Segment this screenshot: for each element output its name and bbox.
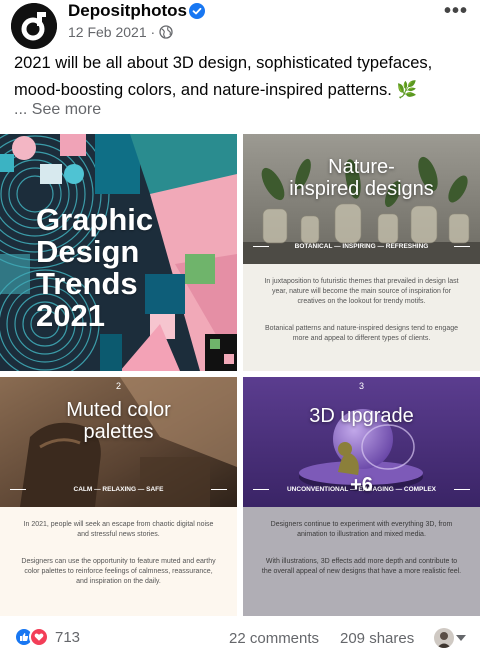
muted-body-1: In 2021, people will seek an escape from… bbox=[23, 521, 214, 538]
verified-badge-icon bbox=[189, 3, 205, 19]
author-avatar[interactable] bbox=[11, 3, 57, 49]
comments-count-link[interactable]: 22 comments bbox=[229, 630, 319, 647]
photo-tile-muted-palettes[interactable]: 2 Muted color palettes CALM — RELAXING —… bbox=[0, 377, 237, 616]
depositphotos-logo-icon bbox=[11, 3, 57, 49]
post-date[interactable]: 12 Feb 2021 · bbox=[68, 24, 155, 40]
photo-grid: Graphic Design Trends 2021 Nature- inspi… bbox=[0, 134, 480, 616]
reaction-count: 713 bbox=[55, 628, 81, 646]
heading-line-1: Nature- bbox=[328, 156, 395, 178]
viewer-avatar[interactable] bbox=[434, 628, 454, 648]
muted-heading: Muted color palettes bbox=[0, 399, 237, 443]
see-more-link[interactable]: ... See more bbox=[14, 101, 101, 119]
tile-number: 2 bbox=[115, 381, 121, 391]
muted-tagline: CALM — RELAXING — SAFE bbox=[73, 486, 164, 493]
nature-body-1: In juxtaposition to futuristic themes th… bbox=[264, 278, 459, 305]
nature-tagline: BOTANICAL — INSPIRING — REFRESHING bbox=[294, 243, 429, 250]
reactions-summary[interactable]: 713 bbox=[14, 627, 80, 647]
tile-number: 3 bbox=[358, 381, 364, 391]
photo-tile-graphic-design-trends[interactable]: Graphic Design Trends 2021 bbox=[0, 134, 237, 371]
post-header: Depositphotos 12 Feb 2021 · ••• bbox=[0, 0, 480, 49]
globe-icon bbox=[159, 25, 173, 39]
heading-line-2: inspired designs bbox=[289, 178, 434, 200]
post-meta: 12 Feb 2021 · bbox=[68, 24, 173, 40]
title-line-2: Design bbox=[36, 234, 140, 269]
more-photos-count[interactable]: +6 bbox=[243, 474, 480, 497]
post-footer: 713 22 comments 209 shares bbox=[0, 622, 480, 656]
shares-count-link[interactable]: 209 shares bbox=[340, 630, 414, 647]
graphic-design-trends-title: Graphic Design Trends 2021 bbox=[36, 204, 153, 332]
divider-line-right bbox=[211, 489, 227, 490]
title-line-3: Trends bbox=[36, 266, 138, 301]
more-options-button[interactable]: ••• bbox=[444, 0, 468, 23]
title-line-1: Graphic bbox=[36, 202, 154, 237]
divider-line-right bbox=[454, 246, 470, 247]
3d-body-2: With illustrations, 3D effects add more … bbox=[261, 558, 462, 575]
nature-heading: Nature- inspired designs bbox=[243, 156, 480, 200]
photo-tile-nature-inspired[interactable]: Nature- inspired designs BOTANICAL — INS… bbox=[243, 134, 480, 371]
author-name[interactable]: Depositphotos bbox=[68, 1, 187, 21]
muted-body-2: Designers can use the opportunity to fea… bbox=[21, 558, 216, 585]
chevron-down-icon[interactable] bbox=[456, 635, 466, 641]
post-text: 2021 will be all about 3D design, sophis… bbox=[14, 54, 433, 99]
heading-line-2: palettes bbox=[83, 421, 154, 443]
3d-heading: 3D upgrade bbox=[309, 405, 414, 427]
heading-line-1: Muted color bbox=[66, 399, 171, 421]
title-line-4: 2021 bbox=[36, 298, 105, 333]
nature-body-2: Botanical patterns and nature-inspired d… bbox=[264, 325, 459, 342]
love-icon bbox=[29, 627, 49, 647]
photo-tile-3d-upgrade[interactable]: 3 3D upgrade UNCONVENTIONAL — ENGAGING —… bbox=[243, 377, 480, 616]
3d-body-1: Designers continue to experiment with ev… bbox=[270, 521, 453, 538]
